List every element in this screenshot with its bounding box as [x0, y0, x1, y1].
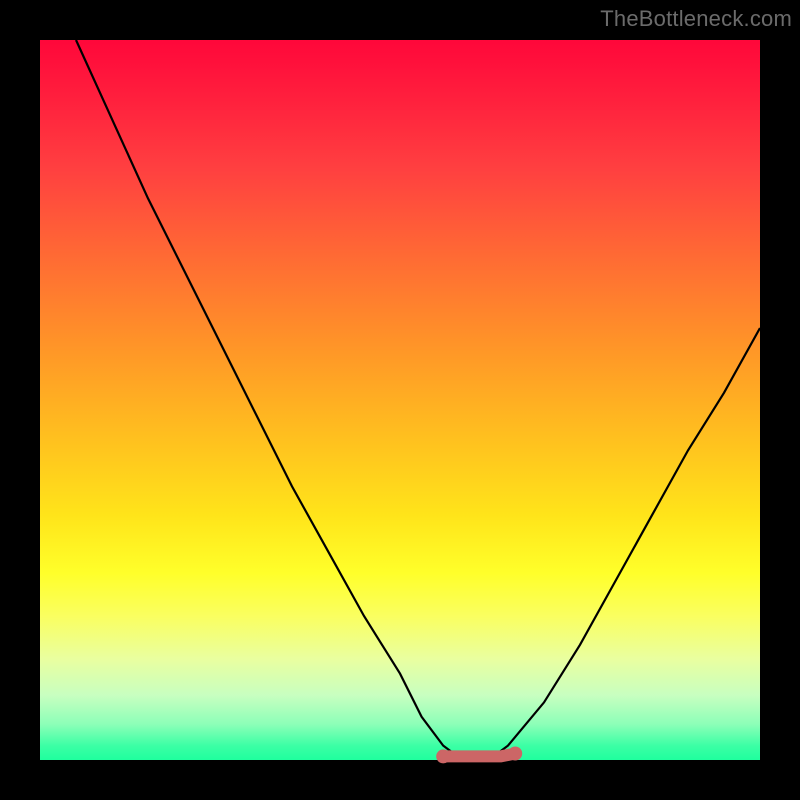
- chart-frame: TheBottleneck.com: [0, 0, 800, 800]
- plot-area: [40, 40, 760, 760]
- marker-start-dot: [436, 749, 450, 763]
- chart-svg: [40, 40, 760, 760]
- marker-end-dot: [508, 747, 522, 761]
- bottleneck-flat-marker-path: [443, 754, 515, 757]
- watermark-text: TheBottleneck.com: [600, 6, 792, 32]
- bottleneck-curve-path: [76, 40, 760, 756]
